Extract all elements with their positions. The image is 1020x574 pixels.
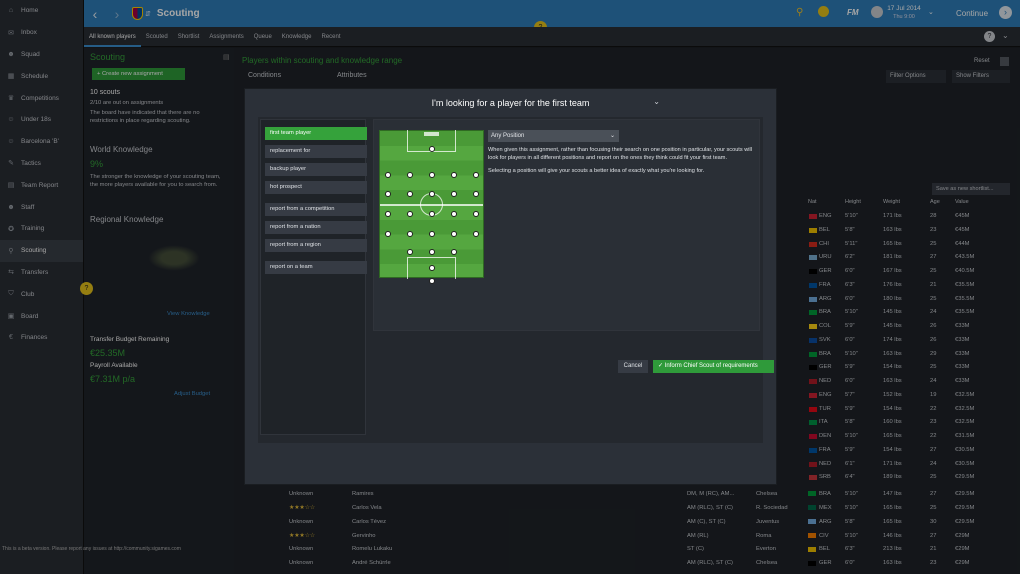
- position-dot[interactable]: [429, 278, 435, 284]
- position-dot[interactable]: [451, 172, 457, 178]
- position-value: Any Position: [491, 133, 525, 139]
- option-report-from-a-nation[interactable]: report from a nation: [265, 221, 367, 234]
- modal-dropdown-icon[interactable]: ⌄: [653, 97, 660, 106]
- inform-chief-scout-button[interactable]: ✓ Inform Chief Scout of requirements: [653, 360, 774, 373]
- option-hot-prospect[interactable]: hot prospect: [265, 181, 367, 194]
- position-dot[interactable]: [451, 249, 457, 255]
- position-dot[interactable]: [407, 231, 413, 237]
- check-icon: ✓: [658, 363, 665, 369]
- assignment-type-list: first team player replacement for backup p…: [260, 119, 367, 435]
- pitch-diagram[interactable]: [379, 130, 484, 284]
- pitch-top-goal: [424, 132, 439, 136]
- position-dot[interactable]: [451, 191, 457, 197]
- modal-title: I'm looking for a player for the first t…: [431, 98, 590, 108]
- position-dot[interactable]: [385, 231, 391, 237]
- position-dot[interactable]: [429, 231, 435, 237]
- position-dot[interactable]: [407, 211, 413, 217]
- assignment-description: When given this assignment, rather than …: [488, 147, 758, 182]
- position-dot[interactable]: [407, 172, 413, 178]
- position-dot[interactable]: [429, 191, 435, 197]
- cancel-button[interactable]: Cancel: [618, 360, 648, 373]
- option-report-on-a-team[interactable]: report on a team: [265, 261, 367, 274]
- position-dot[interactable]: [385, 191, 391, 197]
- position-dot[interactable]: [429, 172, 435, 178]
- option-replacement-for[interactable]: replacement for: [265, 145, 367, 158]
- position-dot[interactable]: [407, 191, 413, 197]
- description-paragraph-1: When given this assignment, rather than …: [488, 147, 752, 161]
- position-dot[interactable]: [385, 211, 391, 217]
- assignment-detail: Any Position ⌄ When given this assignmen…: [373, 119, 760, 331]
- option-backup-player[interactable]: backup player: [265, 163, 367, 176]
- position-dot[interactable]: [429, 265, 435, 271]
- assignment-modal: I'm looking for a player for the first t…: [244, 88, 777, 485]
- beta-notice: This is a beta version. Please report an…: [2, 546, 181, 552]
- inform-label: Inform Chief Scout of requirements: [664, 363, 758, 369]
- position-dot[interactable]: [451, 231, 457, 237]
- position-dot[interactable]: [473, 191, 479, 197]
- position-dot[interactable]: [429, 249, 435, 255]
- modal-content: first team player replacement for backup p…: [258, 117, 774, 443]
- option-first-team-player[interactable]: first team player: [265, 127, 367, 140]
- position-dot[interactable]: [407, 249, 413, 255]
- description-paragraph-2: Selecting a position will give your scou…: [488, 168, 705, 175]
- position-dot[interactable]: [385, 172, 391, 178]
- chevron-down-icon: ⌄: [609, 133, 615, 139]
- position-dropdown[interactable]: Any Position ⌄: [488, 130, 619, 142]
- option-report-from-a-competition[interactable]: report from a competition: [265, 203, 367, 216]
- position-dot[interactable]: [473, 231, 479, 237]
- position-dot[interactable]: [473, 211, 479, 217]
- option-report-from-a-region[interactable]: report from a region: [265, 239, 367, 252]
- position-dot[interactable]: [473, 172, 479, 178]
- position-dot[interactable]: [451, 211, 457, 217]
- position-dot[interactable]: [429, 211, 435, 217]
- position-dot[interactable]: [429, 146, 435, 152]
- modal-header[interactable]: I'm looking for a player for the first t…: [245, 89, 776, 117]
